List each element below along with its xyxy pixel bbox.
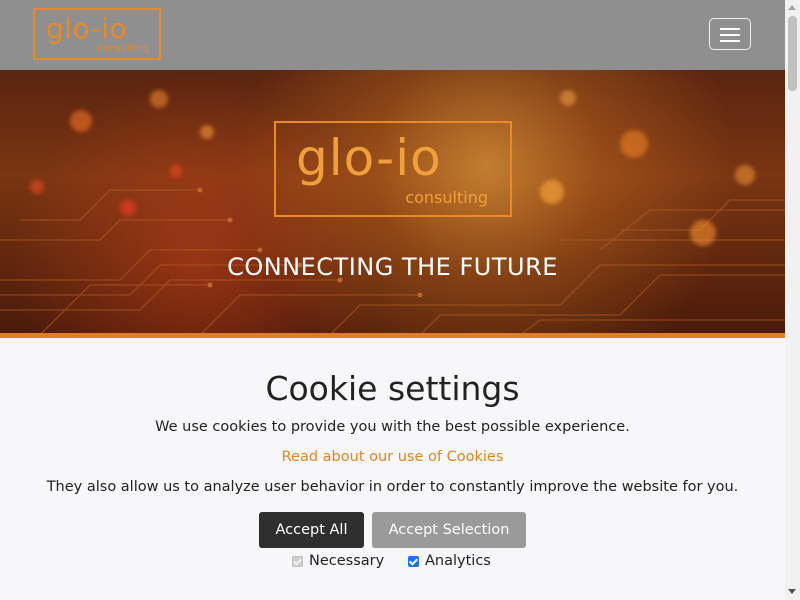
hamburger-icon [720,28,740,30]
bokeh-light [200,125,214,139]
accept-all-button[interactable]: Accept All [259,512,364,548]
cookie-banner: Cookie settings We use cookies to provid… [0,338,785,600]
vertical-scrollbar[interactable] [785,0,800,600]
analytics-label[interactable]: Analytics [425,553,491,569]
bokeh-light [70,110,92,132]
hero-banner: glo-io consulting CONNECTING THE FUTURE [0,70,785,335]
bokeh-light [735,165,755,185]
necessary-label: Necessary [309,553,385,569]
bokeh-light [170,165,182,177]
bokeh-light [120,200,136,216]
cookie-policy-link[interactable]: Read about our use of Cookies [0,447,785,467]
bokeh-light [540,180,564,204]
bokeh-light [620,130,648,158]
hamburger-icon-bar [720,40,740,42]
hero-tagline: CONNECTING THE FUTURE [227,253,558,281]
necessary-option: Necessary [292,553,384,569]
logo-wordmark: glo-io [46,12,128,45]
bokeh-light [560,90,576,106]
hero-logo: glo-io consulting [274,121,512,217]
hamburger-icon-bar [720,34,740,36]
bokeh-light [150,90,168,108]
brand-logo[interactable]: glo-io consulting [33,8,161,60]
bokeh-light [690,220,716,246]
necessary-checkbox [292,555,303,567]
cookie-options: Necessary Analytics [0,553,785,575]
cookie-analytics-description: They also allow us to analyze user behav… [46,479,739,495]
cookie-title: Cookie settings [265,369,520,408]
logo-subtitle: consulting [97,43,149,54]
navbar: glo-io consulting [0,0,785,70]
cookie-description: We use cookies to provide you with the b… [155,419,630,435]
page: glo-io consulting glo-io consulting CONN… [0,0,785,600]
scrollbar-thumb[interactable] [788,16,797,91]
bokeh-light [30,180,44,194]
analytics-checkbox[interactable] [408,555,419,567]
scroll-down-arrow-icon[interactable] [788,589,796,594]
scroll-up-arrow-icon[interactable] [788,5,796,10]
accept-selection-button[interactable]: Accept Selection [372,512,526,548]
menu-toggle-button[interactable] [709,18,751,50]
hero-logo-subtitle: consulting [405,188,488,207]
analytics-option[interactable]: Analytics [408,553,491,569]
hero-logo-wordmark: glo-io [296,129,442,187]
